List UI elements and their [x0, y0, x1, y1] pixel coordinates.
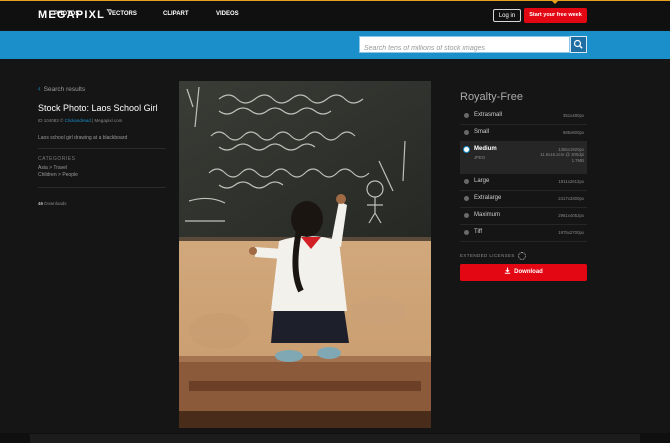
- back-label: Search results: [43, 86, 86, 93]
- size-dimensions: 2961x4052px: [558, 213, 584, 218]
- size-option-extrasmall[interactable]: Extrasmall 351x480px: [460, 108, 587, 125]
- categories-heading: CATEGORIES: [38, 156, 76, 162]
- search-box: [359, 36, 570, 56]
- trial-notch: [551, 0, 559, 4]
- stock-photo[interactable]: [179, 81, 431, 428]
- size-name: Maximum: [474, 212, 501, 218]
- downloads-label: Downloads: [44, 201, 67, 206]
- author-link[interactable]: Clickandread: [65, 118, 91, 123]
- nav-item-photos[interactable]: PHOTOS: [54, 11, 79, 17]
- size-name: Extralarge: [474, 195, 502, 201]
- divider: [38, 187, 166, 188]
- category-link[interactable]: Asia > Travel: [38, 165, 67, 171]
- nav-item-videos[interactable]: VIDEOS: [216, 11, 239, 17]
- size-option-extralarge[interactable]: Extralarge 2417x3300px: [460, 191, 587, 208]
- size-option-medium[interactable]: Medium JPEG 1365x1920px 11.6x16.2cm @ 30…: [460, 142, 587, 174]
- chevron-left-icon: ‹: [38, 84, 41, 93]
- download-button[interactable]: Download: [460, 264, 587, 281]
- divider: [38, 148, 166, 149]
- nav-item-vectors[interactable]: VECTORS: [108, 11, 137, 17]
- size-dimensions: 1911x2613px: [558, 179, 585, 184]
- radio-button[interactable]: [464, 113, 469, 118]
- bottom-strip: [30, 434, 640, 443]
- category-link[interactable]: Children > People: [38, 172, 78, 178]
- image-id: ID 104083 ©: [38, 118, 64, 123]
- search-input[interactable]: [360, 41, 569, 56]
- photo-illustration: [179, 81, 431, 428]
- size-dimensions: 351x480px: [562, 113, 584, 118]
- extended-licenses-label: EXTENDED LICENSES: [460, 253, 515, 259]
- size-option-large[interactable]: Large 1911x2613px: [460, 174, 587, 191]
- search-icon: [573, 39, 583, 49]
- download-label: Download: [514, 269, 543, 275]
- page-title: Stock Photo: Laos School Girl: [38, 103, 158, 113]
- radio-button[interactable]: [464, 213, 469, 218]
- downloads-number: 46: [38, 201, 44, 206]
- download-icon: [504, 267, 511, 274]
- size-name: Small: [474, 129, 490, 135]
- site-name: | Megapixl.com: [92, 118, 123, 123]
- size-option-tiff[interactable]: Tiff 1975x2700px: [460, 225, 587, 242]
- size-dimensions: 585x800px: [562, 130, 584, 135]
- gear-icon: [517, 252, 526, 260]
- search-button[interactable]: [570, 36, 587, 53]
- radio-button-selected[interactable]: [464, 147, 469, 152]
- radio-button[interactable]: [464, 130, 469, 135]
- size-name: Extrasmall: [474, 112, 503, 118]
- size-option-maximum[interactable]: Maximum 2961x4052px: [460, 208, 587, 225]
- back-to-results-link[interactable]: ‹ Search results: [38, 84, 85, 93]
- extended-licenses-toggle[interactable]: EXTENDED LICENSES: [460, 252, 526, 260]
- radio-button[interactable]: [464, 230, 469, 235]
- size-options: Extrasmall 351x480px Small 585x800px Med…: [460, 108, 587, 242]
- image-description: Laos school girl drawing at a blackboard: [38, 135, 128, 141]
- file-size: 1.7MB: [571, 157, 584, 163]
- radio-button[interactable]: [464, 179, 469, 184]
- license-type-title: Royalty-Free: [460, 91, 523, 103]
- free-trial-button[interactable]: Start your free week: [524, 8, 587, 23]
- top-accent-line: [0, 0, 670, 1]
- login-button[interactable]: Log in: [493, 9, 521, 22]
- size-name: Medium: [474, 146, 497, 152]
- nav-item-clipart[interactable]: CLIPART: [163, 11, 189, 17]
- image-meta: ID 104083 © Clickandread | Megapixl.com: [38, 118, 122, 123]
- size-dimensions: 2417x3300px: [558, 196, 584, 201]
- size-name: Tiff: [474, 229, 483, 235]
- download-count: 46 Downloads: [38, 201, 67, 206]
- size-option-small[interactable]: Small 585x800px: [460, 125, 587, 142]
- size-format: JPEG: [474, 155, 486, 160]
- size-print-info: 11.6x16.2cm @ 300dpi 1.7MB: [540, 152, 584, 163]
- radio-button[interactable]: [464, 196, 469, 201]
- size-dimensions: 1975x2700px: [558, 230, 584, 235]
- print-size: 11.6x16.2cm @ 300dpi: [540, 152, 584, 157]
- size-name: Large: [474, 178, 490, 184]
